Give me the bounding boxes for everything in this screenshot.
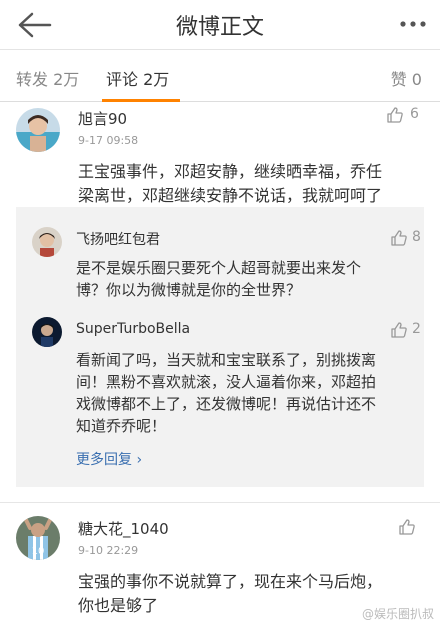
reply-text-line: 博？你以为微博就是你的全世界？	[76, 281, 302, 299]
avatar[interactable]	[32, 227, 62, 257]
tab-bar: 转发 2万 评论 2万 赞 0	[0, 50, 440, 102]
reply-box: 飞扬吧红包君 8 是不是娱乐圈只要死个人超哥就要出来发个 博？你以为微博就是你的…	[16, 207, 424, 487]
comment-text-line: 宝强的事你不说就算了，现在来个马后炮，	[78, 572, 383, 591]
comment-username[interactable]: 旭言90	[78, 108, 127, 129]
comment-divider	[0, 502, 440, 503]
reply-like-count: 2	[412, 321, 421, 337]
reply-text-line: 是不是娱乐圈只要死个人超哥就要出来发个	[76, 259, 362, 277]
comment-text-line: 你也是够了	[78, 596, 159, 615]
thumbs-up-icon[interactable]	[398, 518, 416, 536]
comment-username[interactable]: 糖大花_1040	[78, 518, 169, 539]
reply-username[interactable]: SuperTurboBella	[76, 321, 190, 337]
page-title: 微博正文	[175, 15, 264, 40]
reply-text-line: 戏微博都不上了，还发微博呢！再说估计还不	[76, 395, 377, 413]
tab-like[interactable]: 赞 0	[391, 66, 422, 90]
comment-time: 9-17 09:58	[78, 134, 139, 147]
thumbs-up-icon[interactable]	[386, 106, 404, 124]
avatar[interactable]	[32, 317, 62, 347]
thumbs-up-icon[interactable]	[390, 321, 408, 339]
tab-comment[interactable]: 评论 2万	[106, 66, 169, 90]
comment-text-line: 梁离世，邓超继续安静不说话，我就呵呵了	[78, 186, 383, 205]
svg-text:10: 10	[32, 546, 45, 557]
tab-repost[interactable]: 转发 2万	[16, 66, 79, 90]
top-bar: 微博正文	[0, 0, 440, 50]
more-options-icon[interactable]	[398, 14, 428, 34]
thumbs-up-icon[interactable]	[390, 229, 408, 247]
more-replies-link[interactable]: 更多回复 ›	[76, 449, 142, 469]
reply-username[interactable]: 飞扬吧红包君	[76, 229, 160, 249]
comment-time: 9-10 22:29	[78, 544, 139, 557]
reply-text-line: 知道乔乔呢！	[76, 417, 167, 435]
reply-text-line: 间！黑粉不喜欢就滚，没人逼着你来，邓超拍	[76, 373, 377, 391]
watermark: @娱乐圈扒叔	[361, 607, 434, 621]
reply-text-line: 看新闻了吗，当天就和宝宝联系了，别挑拨离	[76, 351, 377, 369]
reply-like-count: 8	[412, 229, 421, 245]
avatar[interactable]: 10	[16, 516, 60, 560]
avatar[interactable]	[16, 108, 60, 152]
comment-like-count: 6	[410, 106, 419, 122]
comment-text-line: 王宝强事件，邓超安静，继续晒幸福，乔任	[78, 162, 383, 181]
